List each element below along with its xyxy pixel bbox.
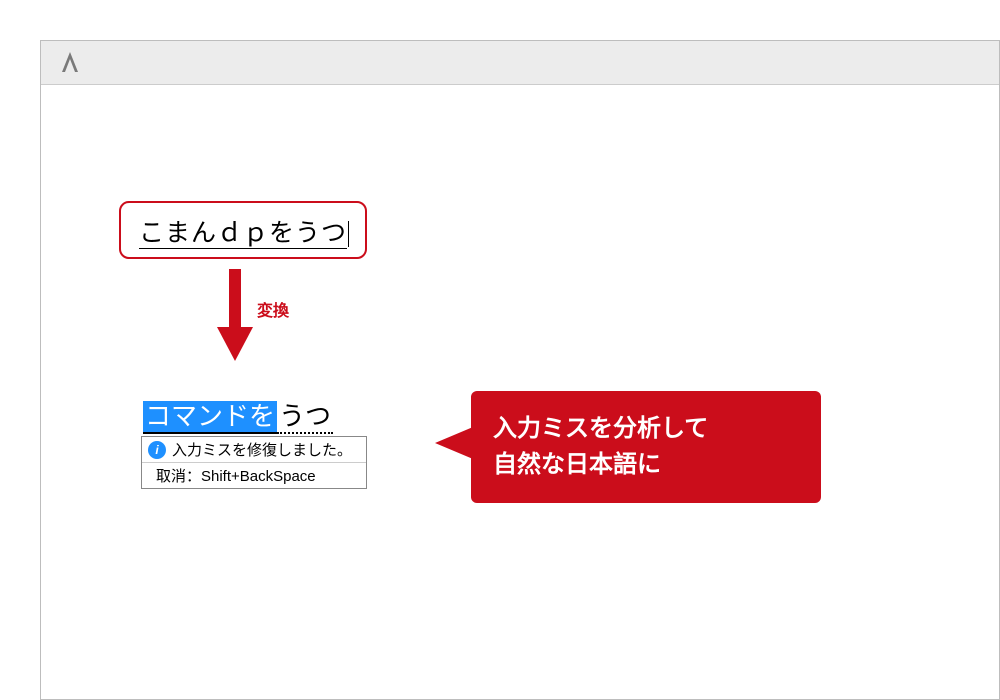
- raw-input-text[interactable]: こまんｄｐをうつ: [139, 219, 347, 249]
- conversion-result: コマンドをうつ i 入力ミスを修復しました。 取消：Shift+BackSpac…: [143, 401, 367, 489]
- ime-undo-row[interactable]: 取消：Shift+BackSpace: [142, 463, 366, 488]
- app-icon: [61, 51, 81, 75]
- result-pending-segment[interactable]: うつ: [277, 401, 333, 434]
- app-window: こまんｄｐをうつ 変換 コマンドをうつ i 入力ミスを修復しました。 取消：Sh…: [40, 40, 1000, 700]
- ime-popup: i 入力ミスを修復しました。 取消：Shift+BackSpace: [141, 436, 367, 489]
- raw-input-box: こまんｄｐをうつ: [119, 201, 367, 259]
- toolbar: [41, 41, 999, 85]
- conversion-arrow: 変換: [217, 269, 377, 365]
- result-line[interactable]: コマンドをうつ: [143, 401, 367, 434]
- callout-tail: [435, 427, 473, 459]
- callout-line-1: 入力ミスを分析して: [493, 411, 799, 447]
- explanation-callout: 入力ミスを分析して 自然な日本語に: [471, 391, 821, 503]
- info-icon: i: [148, 441, 166, 459]
- ime-message-row: i 入力ミスを修復しました。: [142, 437, 366, 463]
- text-caret: [348, 221, 350, 247]
- ime-message-text: 入力ミスを修復しました。: [172, 439, 352, 460]
- ime-undo-hint: 取消：Shift+BackSpace: [156, 465, 316, 486]
- callout-line-2: 自然な日本語に: [493, 447, 799, 483]
- arrow-label: 変換: [257, 297, 289, 321]
- editor-area[interactable]: こまんｄｐをうつ 変換 コマンドをうつ i 入力ミスを修復しました。 取消：Sh…: [41, 85, 999, 699]
- result-selected-segment[interactable]: コマンドを: [143, 401, 277, 434]
